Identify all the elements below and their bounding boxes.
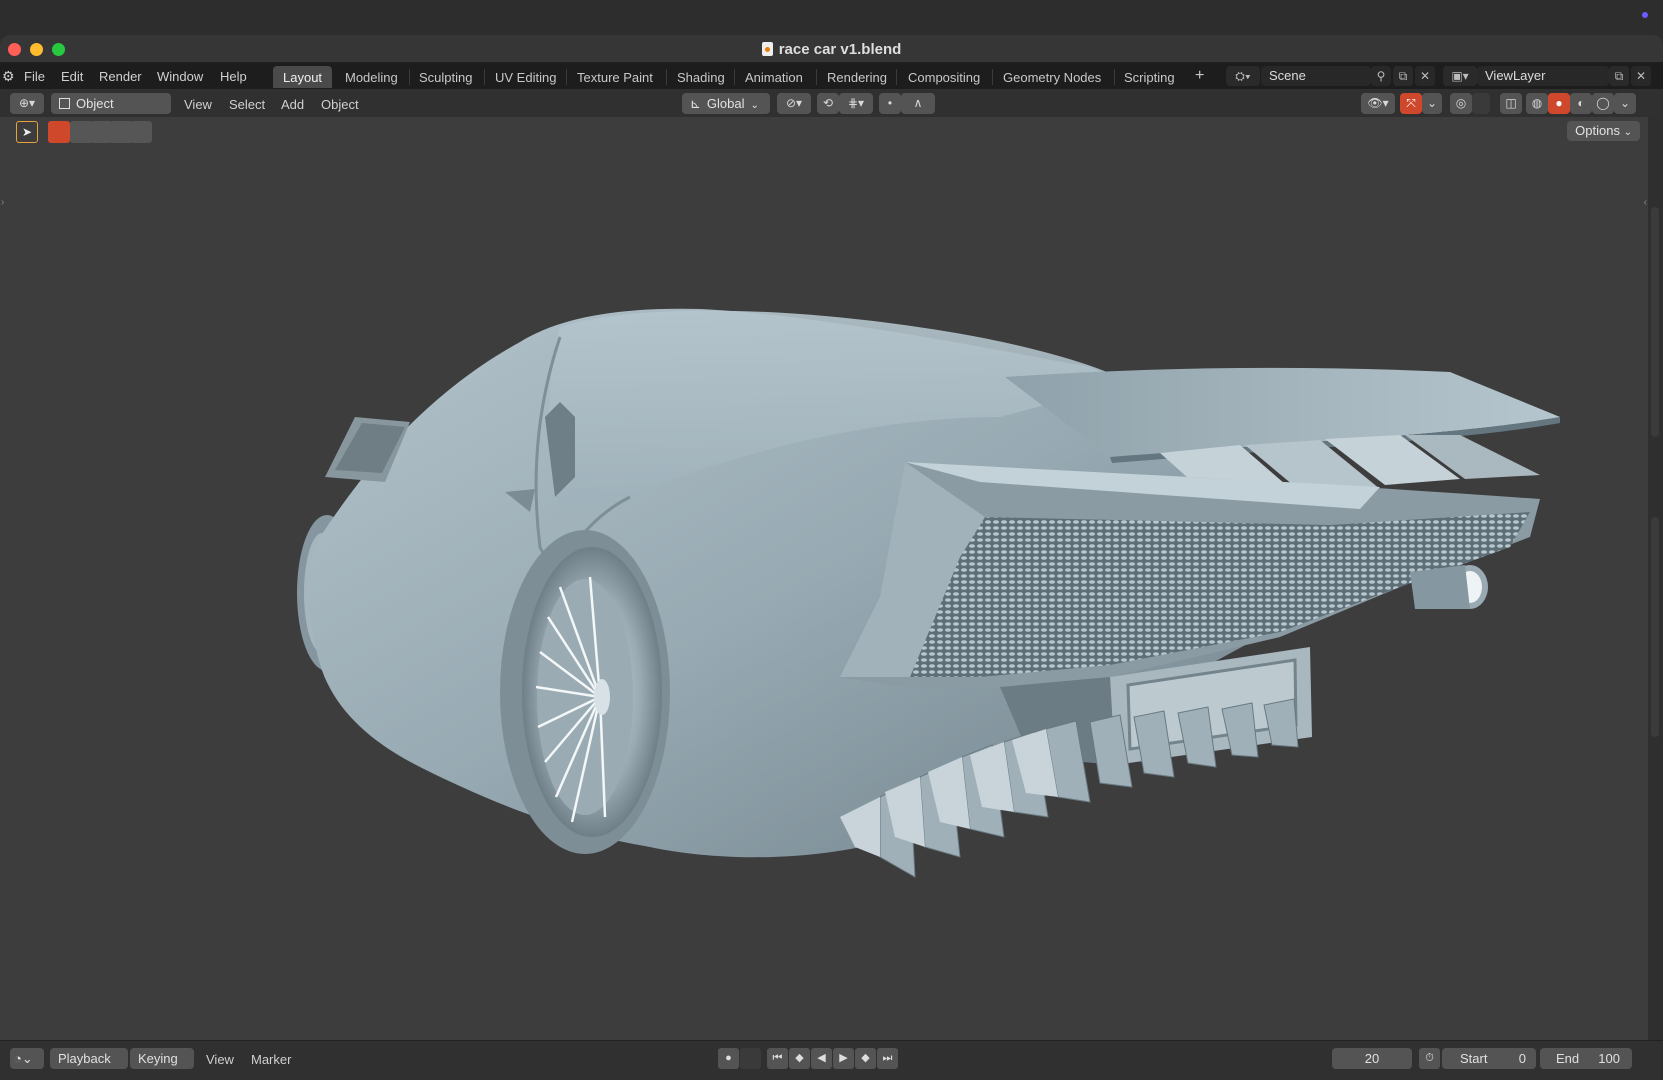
scene-name: Scene [1269,68,1306,83]
play-reverse-icon[interactable]: ◀ [811,1048,832,1069]
visibility-icon[interactable]: 👁▾ [1361,93,1395,114]
rendered-icon[interactable]: ◯ [1592,93,1614,114]
scrollbar-thumb[interactable] [1651,207,1659,437]
solid-icon[interactable]: ● [1548,93,1570,114]
tab-uv-editing[interactable]: UV Editing [485,66,566,88]
wireframe-icon[interactable]: ◍ [1526,93,1548,114]
playback-label: Playback [58,1051,111,1066]
orientation-label: Global [706,96,745,111]
snap-target-icon[interactable]: ⋕▾ [839,93,873,114]
window-title: race car v1.blend [0,41,1663,58]
overlays-dropdown-icon[interactable] [1472,93,1490,114]
timeline-editor-icon[interactable]: ◔⌄ [10,1048,44,1069]
notification-dot [1642,12,1648,18]
title-bar: race car v1.blend [0,35,1663,63]
menu-select[interactable]: Select [229,97,265,112]
scrollbar-thumb[interactable] [1651,517,1659,737]
snap-toggle-icon[interactable]: ⟲ [817,93,839,114]
menu-file[interactable]: File [24,69,45,84]
shading-dropdown-icon[interactable]: ⌄ [1614,93,1636,114]
keying-label: Keying [138,1051,178,1066]
blender-logo-icon[interactable]: ⚙ [2,68,15,85]
start-frame-label: Start [1460,1051,1488,1066]
chevron-down-icon: ⌄ [138,1076,146,1080]
desktop: race car v1.blend ⚙ File Edit Render Win… [0,0,1663,1080]
scene-browse-icon[interactable]: ⛭▾ [1226,66,1260,86]
top-bar: ⚙ File Edit Render Window Help Layout Mo… [0,63,1663,89]
object-mode-icon [59,98,70,109]
mode-selector[interactable]: Object Mode⌄ [51,93,171,132]
tab-compositing[interactable]: Compositing [898,66,990,88]
scene-name-field[interactable]: Scene [1261,66,1371,86]
menu-object[interactable]: Object [321,97,359,112]
material-icon[interactable]: ◐ [1570,93,1592,114]
3d-viewport[interactable]: ➤ Options ⌄ › ‹ [0,117,1648,1040]
tab-rendering[interactable]: Rendering [817,66,897,88]
delete-scene-icon[interactable]: ✕ [1415,66,1435,86]
gizmo-dropdown-icon[interactable]: ⌄ [1422,93,1442,114]
race-car-model [297,308,1560,878]
proportional-editing-icon[interactable]: • [879,93,901,114]
viewport-header: ⊕▾ Object Mode⌄ View Select Add Object ⊾… [0,89,1663,132]
jump-to-keyframe-next-icon[interactable]: ◆ [855,1048,876,1069]
current-frame-value: 20 [1364,1051,1380,1066]
tab-shading[interactable]: Shading [667,66,735,88]
start-frame-value: 0 [1518,1051,1526,1066]
tab-sculpting[interactable]: Sculpting [409,66,482,88]
playback-menu[interactable]: Playback ⌄ [50,1048,128,1080]
blender-window: race car v1.blend ⚙ File Edit Render Win… [0,35,1663,1080]
add-workspace-button[interactable]: + [1185,66,1214,88]
jump-to-end-icon[interactable]: ⏭ [877,1048,898,1069]
tab-modeling[interactable]: Modeling [335,66,408,88]
auto-keying-icon[interactable]: ● [718,1048,739,1069]
xray-icon[interactable]: ◫ [1500,93,1522,114]
timeline-marker-menu[interactable]: Marker [251,1052,291,1067]
orientation-icon: ⊾ [690,96,701,111]
pivot-point-icon[interactable]: ⊘▾ [777,93,811,114]
end-frame-field[interactable]: End 100 [1540,1048,1632,1069]
menu-view[interactable]: View [184,97,212,112]
viewport-scroll-strip[interactable] [1648,117,1663,1040]
current-frame-field[interactable]: 20 [1332,1048,1412,1069]
menu-render[interactable]: Render [99,69,142,84]
chevron-down-icon: ⌄ [58,1076,66,1080]
menu-edit[interactable]: Edit [61,69,83,84]
chevron-down-icon: ⌄ [750,100,759,111]
view-layer-browse-icon[interactable]: ▣▾ [1443,66,1477,86]
jump-to-keyframe-prev-icon[interactable]: ◆ [789,1048,810,1069]
menu-add[interactable]: Add [281,97,304,112]
tab-texture-paint[interactable]: Texture Paint [567,66,663,88]
tab-layout[interactable]: Layout [273,66,333,88]
play-icon[interactable]: ▶ [833,1048,854,1069]
end-frame-label: End [1556,1051,1580,1066]
end-frame-value: 100 [1598,1051,1620,1066]
auto-keying-options-icon[interactable] [740,1048,761,1069]
start-frame-field[interactable]: Start 0 [1442,1048,1536,1069]
timeline: ◔⌄ Playback ⌄ Keying ⌄ View Marker ● ⏮ ◆… [0,1040,1663,1080]
view-layer-name: ViewLayer [1485,68,1546,83]
tab-scripting[interactable]: Scripting [1114,66,1185,88]
window-title-text: race car v1.blend [778,41,902,58]
keying-menu[interactable]: Keying ⌄ [130,1048,194,1080]
new-view-layer-icon[interactable]: ⧉ [1609,66,1629,86]
menu-window[interactable]: Window [157,69,203,84]
menu-help[interactable]: Help [220,69,247,84]
view-layer-field[interactable]: ViewLayer [1477,66,1609,86]
transform-orientation-selector[interactable]: ⊾ Global ⌄ [682,93,770,114]
tab-geometry-nodes[interactable]: Geometry Nodes [993,66,1111,88]
jump-to-start-icon[interactable]: ⏮ [767,1048,788,1069]
tab-separator [896,69,897,85]
overlays-icon[interactable]: ◎ [1450,93,1472,114]
editor-type-icon[interactable]: ⊕▾ [10,93,44,114]
timeline-view-menu[interactable]: View [206,1052,234,1067]
tab-animation[interactable]: Animation [735,66,813,88]
stopwatch-icon[interactable]: ⏱ [1419,1048,1440,1069]
pin-scene-icon[interactable]: ⚲ [1371,66,1391,86]
proportional-falloff-icon[interactable]: ∧ [901,93,935,114]
delete-view-layer-icon[interactable]: ✕ [1631,66,1651,86]
gizmo-toggle-icon[interactable]: ⤧ [1400,93,1422,114]
new-scene-icon[interactable]: ⧉ [1393,66,1413,86]
blend-file-icon [761,42,773,56]
